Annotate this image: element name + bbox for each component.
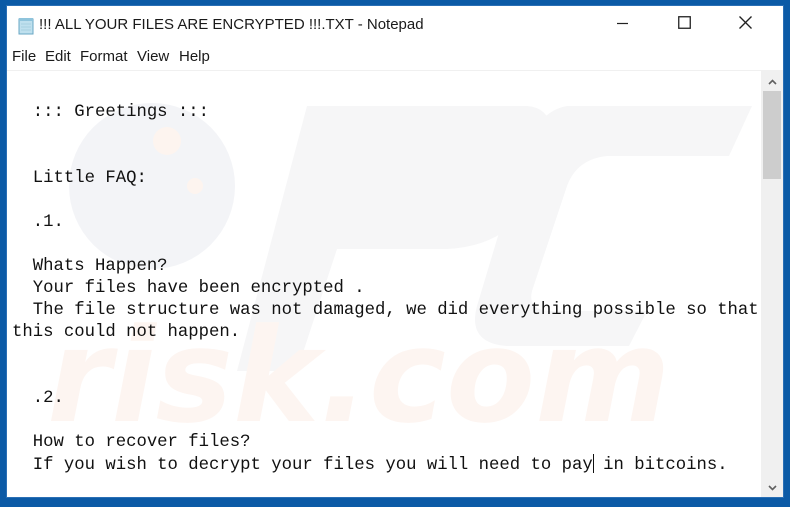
notepad-window: !!! ALL YOUR FILES ARE ENCRYPTED !!!.TXT… <box>7 6 783 497</box>
minimize-button[interactable] <box>600 6 646 44</box>
text-editor[interactable]: risk.com ::: Greetings ::: Little FAQ: .… <box>7 71 761 497</box>
document-lines: ::: Greetings ::: Little FAQ: .1. Whats … <box>12 103 759 475</box>
close-button[interactable] <box>722 6 768 44</box>
document-line: Whats Happen? <box>32 257 168 276</box>
scroll-down-button[interactable] <box>761 477 783 497</box>
document-line: If you wish to decrypt your files you wi… <box>12 456 593 475</box>
document-line: Little FAQ: <box>32 169 147 188</box>
title-bar[interactable]: !!! ALL YOUR FILES ARE ENCRYPTED !!!.TXT… <box>7 6 783 44</box>
chevron-down-icon <box>767 478 777 496</box>
chevron-up-icon <box>767 72 777 90</box>
maximize-icon <box>677 16 691 34</box>
scrollbar-thumb[interactable] <box>763 91 781 179</box>
scroll-up-button[interactable] <box>761 71 783 91</box>
vertical-scrollbar[interactable] <box>761 71 783 497</box>
menu-help[interactable]: Help <box>179 48 210 65</box>
menu-view[interactable]: View <box>137 48 169 65</box>
document-line: ::: Greetings ::: <box>32 103 210 122</box>
document-line: this could not happen. <box>12 323 241 342</box>
document-line: .1. <box>32 213 64 232</box>
minimize-icon <box>617 16 629 34</box>
close-icon <box>738 16 752 34</box>
notepad-icon <box>18 17 35 35</box>
document-line: .2. <box>32 389 64 408</box>
document-text: ::: Greetings ::: Little FAQ: .1. Whats … <box>12 80 759 477</box>
document-line: How to recover files? <box>32 433 251 452</box>
document-line: Your files have been encrypted . <box>32 279 365 298</box>
menu-bar: File Edit Format View Help <box>7 44 783 71</box>
document-line: The file structure was not damaged, we d… <box>32 301 759 320</box>
window-title: !!! ALL YOUR FILES ARE ENCRYPTED !!!.TXT… <box>39 16 424 33</box>
menu-format[interactable]: Format <box>80 48 128 65</box>
document-line-tail: in bitcoins. <box>592 456 728 475</box>
menu-file[interactable]: File <box>12 48 36 65</box>
menu-edit[interactable]: Edit <box>45 48 71 65</box>
maximize-button[interactable] <box>661 6 707 44</box>
